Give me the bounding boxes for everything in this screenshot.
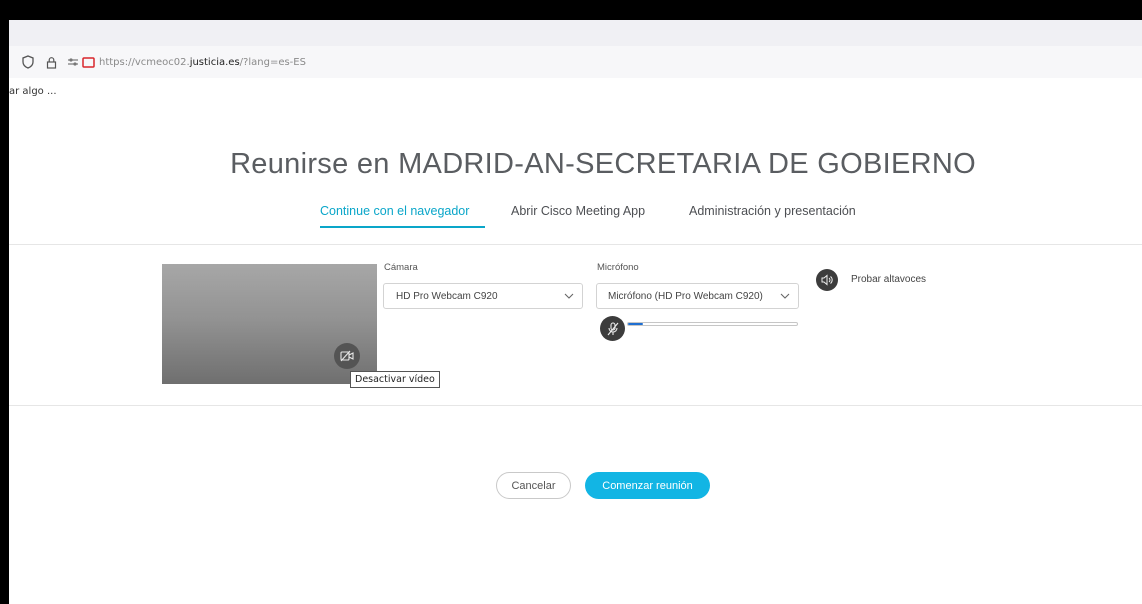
mute-mic-button[interactable] — [600, 316, 625, 341]
address-bar[interactable]: https://vcmeoc02.justicia.es/?lang=es-ES — [9, 46, 1142, 78]
chevron-down-icon — [560, 293, 578, 299]
tab-browser[interactable]: Continue con el navegador — [320, 204, 469, 218]
mic-select[interactable]: Micrófono (HD Pro Webcam C920) — [596, 283, 799, 309]
meeting-join-page: Reunirse en MADRID-AN-SECRETARIA DE GOBI… — [9, 104, 1142, 604]
cancel-button[interactable]: Cancelar — [496, 472, 571, 499]
camera-select-value: HD Pro Webcam C920 — [396, 290, 498, 302]
screen-border-top — [0, 0, 1142, 20]
divider-bottom — [9, 405, 1142, 406]
video-off-icon — [340, 350, 354, 362]
shield-icon[interactable] — [22, 54, 34, 70]
lock-icon[interactable] — [46, 54, 57, 70]
browser-tab-strip — [9, 20, 1142, 46]
tab-cisco-meeting-app[interactable]: Abrir Cisco Meeting App — [511, 204, 645, 218]
permissions-icon[interactable] — [67, 54, 79, 70]
mic-level-meter — [627, 322, 798, 326]
url-text[interactable]: https://vcmeoc02.justicia.es/?lang=es-ES — [99, 57, 306, 68]
test-speakers-label[interactable]: Probar altavoces — [851, 274, 926, 285]
mic-off-icon — [607, 321, 619, 336]
divider-top — [9, 244, 1142, 245]
join-options-tabs: Continue con el navegador Abrir Cisco Me… — [9, 204, 1142, 232]
page-title: Reunirse en MADRID-AN-SECRETARIA DE GOBI… — [230, 148, 976, 180]
video-tooltip: Desactivar vídeo — [350, 371, 440, 388]
chevron-down-icon — [776, 293, 794, 299]
bookmark-item[interactable]: ar algo ... — [9, 86, 57, 97]
url-domain: justicia.es — [189, 56, 240, 68]
toggle-video-button[interactable] — [334, 343, 360, 369]
camera-select[interactable]: HD Pro Webcam C920 — [383, 283, 583, 309]
camera-label: Cámara — [384, 262, 418, 273]
url-suffix: /?lang=es-ES — [239, 56, 306, 68]
start-meeting-button[interactable]: Comenzar reunión — [585, 472, 710, 499]
bookmarks-bar: ar algo ... — [9, 78, 1142, 105]
mic-label: Micrófono — [597, 262, 639, 273]
active-tab-indicator — [320, 226, 485, 228]
speaker-icon — [821, 274, 833, 286]
test-speakers-button[interactable] — [816, 269, 838, 291]
mic-level-fill — [628, 323, 644, 325]
tab-administration[interactable]: Administración y presentación — [689, 204, 856, 218]
mic-select-value: Micrófono (HD Pro Webcam C920) — [608, 290, 763, 302]
url-prefix: https://vcmeoc02. — [99, 56, 190, 68]
screen-border-left — [0, 0, 9, 604]
camera-permission-icon[interactable] — [82, 54, 95, 70]
